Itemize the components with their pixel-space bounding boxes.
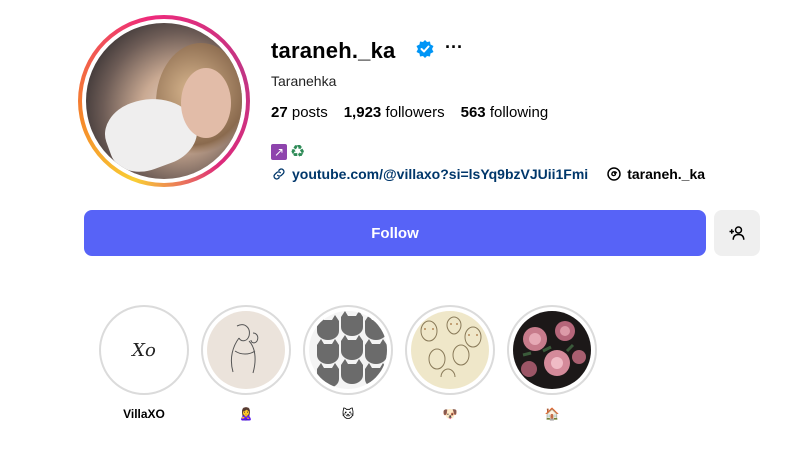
highlight-label: 🐶	[442, 407, 458, 421]
follow-button[interactable]: Follow	[84, 210, 706, 256]
following-link[interactable]: 563 following	[461, 104, 549, 121]
story-highlight[interactable]: 🙎‍♀️	[201, 305, 291, 423]
highlight-cover-sketch	[207, 311, 285, 389]
highlight-label: 🙎‍♀️	[238, 407, 254, 421]
highlight-label: 🏠	[544, 407, 560, 421]
recycle-emoji: ♻	[290, 142, 306, 161]
avatar-photo	[86, 23, 242, 179]
posts-count: 27 posts	[271, 104, 328, 121]
highlight-cover-flowers	[513, 311, 591, 389]
story-highlight[interactable]: 🏠	[507, 305, 597, 423]
threads-handle: taraneh._ka	[627, 166, 706, 182]
highlight-cover-dogs	[411, 311, 489, 389]
suggested-users-button[interactable]	[714, 210, 760, 256]
add-user-icon	[729, 226, 745, 240]
highlight-label: VillaXO	[123, 407, 165, 421]
verified-badge-icon	[416, 40, 434, 58]
external-link[interactable]: youtube.com/@villaxo?si=lsYq9bzVJUii1Fmi	[292, 166, 588, 182]
profile-avatar[interactable]	[78, 15, 250, 187]
bio-emojis: ↗ ♻	[271, 142, 306, 161]
profile-username: taraneh._ka	[271, 38, 396, 63]
followers-link[interactable]: 1,923 followers	[344, 104, 445, 121]
profile-stats: 27 posts 1,923 followers 563 following	[271, 104, 548, 121]
arrow-emoji: ↗	[271, 144, 287, 160]
more-options-icon[interactable]: ···	[445, 37, 463, 58]
story-highlight[interactable]: 🐶	[405, 305, 495, 423]
highlight-cover-xo: Xo	[105, 311, 183, 389]
story-highlight[interactable]: 🐱	[303, 305, 393, 423]
threads-link[interactable]: taraneh._ka	[606, 166, 705, 182]
bio-links: youtube.com/@villaxo?si=lsYq9bzVJUii1Fmi…	[271, 166, 705, 182]
highlight-cover-cats	[309, 311, 387, 389]
link-icon	[273, 168, 285, 180]
story-highlight[interactable]: Xo VillaXO	[99, 305, 189, 423]
highlight-label: 🐱	[341, 407, 355, 421]
profile-full-name: Taranehka	[271, 73, 337, 89]
threads-icon	[607, 167, 621, 181]
